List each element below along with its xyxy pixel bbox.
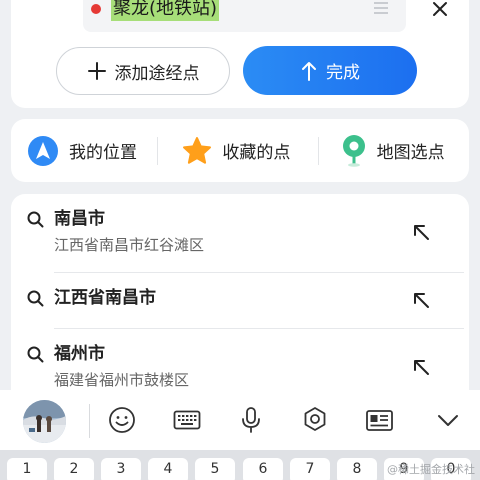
key-2[interactable]: 2 (54, 458, 94, 480)
search-icon (27, 290, 44, 307)
key-1[interactable]: 1 (7, 458, 47, 480)
route-card: 聚龙(地铁站) 添加途经点 完成 (11, 0, 469, 108)
search-icon (27, 346, 44, 363)
destination-field[interactable]: 聚龙(地铁站) (83, 0, 406, 32)
add-waypoint-button[interactable]: 添加途经点 (56, 47, 230, 95)
clipboard-icon[interactable] (364, 405, 394, 435)
done-label: 完成 (326, 63, 360, 83)
key-7[interactable]: 7 (290, 458, 330, 480)
result-title: 江西省南昌市 (54, 288, 156, 308)
result-title: 福州市 (54, 344, 105, 364)
settings-icon[interactable] (300, 405, 330, 435)
list-item[interactable]: 南昌市 江西省南昌市红谷滩区 (11, 194, 469, 254)
avatar[interactable] (23, 400, 66, 443)
map-pick-label: 地图选点 (376, 143, 445, 163)
fill-in-arrow-icon[interactable] (411, 222, 431, 242)
close-icon[interactable] (429, 0, 451, 20)
collapse-chevron-icon[interactable] (433, 405, 463, 435)
search-icon (27, 211, 44, 228)
fill-in-arrow-icon[interactable] (411, 357, 431, 377)
watermark: @稀土掘金技术社区 (387, 463, 475, 480)
key-6[interactable]: 6 (243, 458, 283, 480)
my-location-label: 我的位置 (69, 143, 137, 163)
result-subtitle: 江西省南昌市红谷滩区 (54, 236, 205, 254)
my-location-button[interactable]: 我的位置 (11, 119, 157, 182)
arrow-up-icon (302, 61, 316, 81)
microphone-icon[interactable] (236, 405, 266, 435)
search-results-list: 南昌市 江西省南昌市红谷滩区 江西省南昌市 福州市 福建省福州市鼓楼区 (11, 194, 469, 404)
location-arrow-icon (28, 135, 58, 166)
result-title: 南昌市 (54, 209, 105, 229)
destination-text[interactable]: 聚龙(地铁站) (111, 0, 220, 21)
add-waypoint-label: 添加途经点 (114, 63, 200, 84)
emoji-icon[interactable] (107, 405, 137, 435)
keyboard-icon[interactable] (172, 405, 202, 435)
done-button[interactable]: 完成 (243, 46, 417, 95)
list-item[interactable]: 福州市 福建省福州市鼓楼区 (11, 329, 469, 389)
map-pick-button[interactable]: 地图选点 (319, 119, 469, 182)
destination-dot-icon (91, 4, 101, 14)
map-pin-icon (342, 134, 365, 167)
favorites-button[interactable]: 收藏的点 (158, 119, 317, 182)
toolbar-divider (89, 404, 90, 438)
list-item[interactable]: 江西省南昌市 (11, 273, 469, 329)
key-4[interactable]: 4 (148, 458, 188, 480)
drag-handle-icon[interactable] (374, 2, 388, 14)
quick-actions-card: 我的位置 收藏的点 地图选点 (11, 119, 469, 182)
plus-icon (87, 62, 106, 80)
star-icon (183, 136, 212, 164)
key-8[interactable]: 8 (337, 458, 377, 480)
key-3[interactable]: 3 (101, 458, 141, 480)
favorites-label: 收藏的点 (222, 143, 291, 163)
result-subtitle: 福建省福州市鼓楼区 (54, 371, 190, 389)
fill-in-arrow-icon[interactable] (411, 290, 431, 310)
key-5[interactable]: 5 (195, 458, 235, 480)
